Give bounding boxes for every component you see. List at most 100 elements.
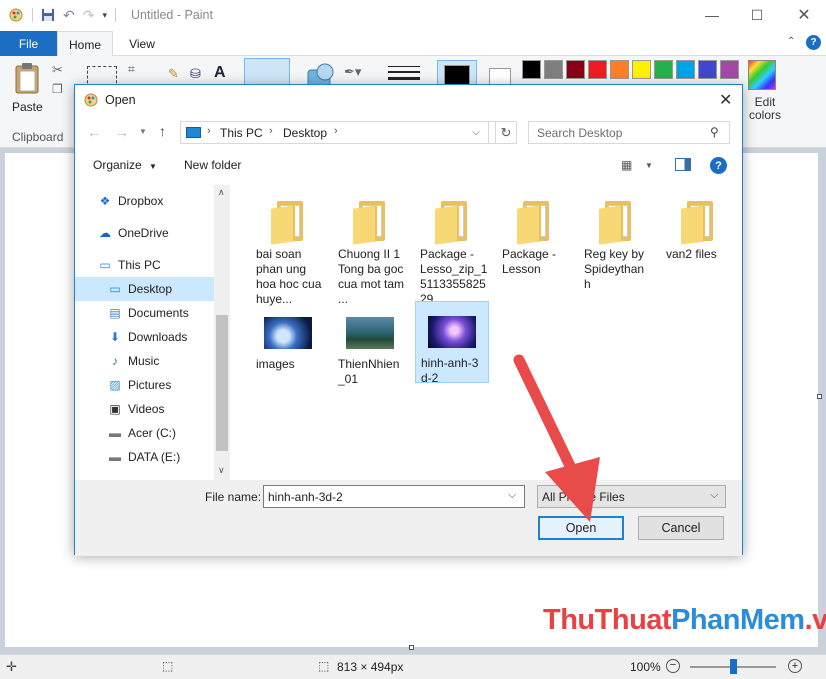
scroll-down-icon[interactable]: ∨ xyxy=(218,465,225,476)
palette-swatch[interactable] xyxy=(654,60,673,79)
file-item[interactable]: hinh-anh-3 d-2 xyxy=(415,301,489,385)
copy-icon[interactable]: ❐ xyxy=(52,82,63,96)
nav-item-pictures[interactable]: ▨ Pictures xyxy=(75,373,214,397)
watermark-part1: ThuThuat xyxy=(543,604,672,636)
scroll-up-icon[interactable]: ∧ xyxy=(218,187,225,198)
resize-handle-bottom[interactable] xyxy=(409,645,414,650)
filetype-select[interactable]: All Picture Files ⌵ xyxy=(537,485,726,508)
maximize-button[interactable]: ☐ xyxy=(746,4,768,26)
paste-button[interactable]: Paste xyxy=(8,60,44,116)
palette-swatch[interactable] xyxy=(720,60,739,79)
nav-item-this-pc[interactable]: ▭ This PC xyxy=(75,253,214,277)
close-button[interactable]: ✕ xyxy=(793,4,815,26)
file-item[interactable]: bai soan phan ung hoa hoc cua huye... xyxy=(251,193,325,307)
crop-icon[interactable]: ⌗ xyxy=(128,62,135,77)
cut-icon[interactable]: ✂ xyxy=(52,62,63,78)
tab-home[interactable]: Home xyxy=(57,31,113,57)
zoom-slider-thumb[interactable] xyxy=(730,659,737,674)
file-item[interactable]: Package - Lesson xyxy=(497,193,571,277)
nav-item-label: Music xyxy=(128,354,160,368)
palette-swatch[interactable] xyxy=(698,60,717,79)
file-item[interactable]: van2 files xyxy=(661,193,735,262)
save-icon[interactable] xyxy=(41,8,55,22)
navigation-pane: ❖ Dropbox ☁ OneDrive ▭ This PC ▭ Desktop ▤ Docume… xyxy=(75,185,230,480)
search-input[interactable]: Search Desktop ⚲ xyxy=(528,121,730,144)
pictures-icon: ▨ xyxy=(109,378,121,392)
image-thumbnail-icon xyxy=(264,317,312,349)
edit-colors-button[interactable]: Edit colors xyxy=(744,60,782,126)
breadcrumb-this-pc[interactable]: This PC xyxy=(220,126,263,140)
palette-swatch[interactable] xyxy=(544,60,563,79)
help-icon[interactable]: ? xyxy=(710,157,727,174)
palette-swatch[interactable] xyxy=(566,60,585,79)
folder-icon xyxy=(435,201,469,245)
nav-item-downloads[interactable]: ⬇ Downloads xyxy=(75,325,214,349)
forward-icon[interactable]: → xyxy=(115,124,129,140)
zoom-in-icon[interactable]: + xyxy=(788,659,802,673)
palette-swatch[interactable] xyxy=(676,60,695,79)
nav-item-desktop[interactable]: ▭ Desktop xyxy=(75,277,214,301)
recent-locations-icon[interactable]: ▼ xyxy=(139,127,147,136)
nav-item-onedrive[interactable]: ☁ OneDrive xyxy=(75,221,214,245)
undo-icon[interactable]: ↶ xyxy=(63,7,75,24)
tab-file[interactable]: File xyxy=(0,31,57,56)
help-icon[interactable]: ? xyxy=(806,35,821,50)
folder-icon xyxy=(681,201,715,245)
status-bar: ✛ ⬚ ⬚ 813 × 494px 100% − + xyxy=(0,654,826,679)
image-thumbnail-icon xyxy=(428,316,476,348)
palette-swatch[interactable] xyxy=(632,60,651,79)
text-icon[interactable]: A xyxy=(214,64,226,82)
resize-handle-right[interactable] xyxy=(817,394,822,399)
view-chevron-down-icon[interactable]: ▼ xyxy=(645,161,653,170)
computer-icon xyxy=(186,127,201,138)
filename-dropdown-icon[interactable]: ⌵ xyxy=(508,489,516,502)
rainbow-icon xyxy=(748,60,776,90)
palette-swatch[interactable] xyxy=(610,60,629,79)
redo-icon[interactable]: ↷ xyxy=(83,7,95,24)
zoom-out-icon[interactable]: − xyxy=(666,659,680,673)
image-thumbnail-icon xyxy=(346,317,394,349)
filetype-dropdown-icon: ⌵ xyxy=(710,489,719,501)
open-button[interactable]: Open xyxy=(538,516,624,540)
palette-swatch[interactable] xyxy=(522,60,541,79)
nav-item-acer-c[interactable]: ▬ Acer (C:) xyxy=(75,421,214,445)
back-icon[interactable]: ← xyxy=(87,124,101,140)
file-item[interactable]: ThienNhien _01 xyxy=(333,303,407,387)
file-thumbnail xyxy=(333,193,407,245)
navigation-scrollbar[interactable]: ∧ ∨ xyxy=(214,185,230,480)
collapse-ribbon-icon[interactable]: ⌃ xyxy=(787,36,795,47)
nav-item-label: Acer (C:) xyxy=(128,426,176,440)
palette-swatch[interactable] xyxy=(588,60,607,79)
new-folder-button[interactable]: New folder xyxy=(184,158,241,172)
fill-icon[interactable]: ⛁ xyxy=(190,66,201,82)
dialog-close-button[interactable]: ✕ xyxy=(719,90,732,110)
refresh-button[interactable]: ↻ xyxy=(495,121,517,144)
file-item[interactable]: Chuong II 1 Tong ba goc cua mot tam ... xyxy=(333,193,407,307)
file-item[interactable]: images xyxy=(251,303,325,372)
dialog-footer: File name: hinh-anh-3d-2 ⌵ All Picture F… xyxy=(75,480,742,556)
customize-qa-icon[interactable]: ▾ xyxy=(102,10,107,21)
cursor-position-icon: ✛ xyxy=(6,659,17,674)
breadcrumb-desktop[interactable]: Desktop xyxy=(283,126,327,140)
preview-pane-icon[interactable] xyxy=(675,158,691,171)
organize-button[interactable]: Organize ▼ xyxy=(93,158,157,172)
nav-item-documents[interactable]: ▤ Documents xyxy=(75,301,214,325)
minimize-button[interactable]: — xyxy=(701,4,723,26)
pencil-icon[interactable]: ✎ xyxy=(168,66,179,82)
nav-item-music[interactable]: ♪ Music xyxy=(75,349,214,373)
scrollbar-thumb[interactable] xyxy=(216,315,228,451)
file-item[interactable]: Reg key by Spideythan h xyxy=(579,193,653,292)
address-chevron-icon: › xyxy=(269,125,273,137)
nav-item-data-e[interactable]: ▬ DATA (E:) xyxy=(75,445,214,469)
filename-input[interactable]: hinh-anh-3d-2 ⌵ xyxy=(263,485,525,508)
address-dropdown-button[interactable]: ⌵ xyxy=(464,121,489,144)
up-icon[interactable]: ↑ xyxy=(159,123,166,139)
cancel-button[interactable]: Cancel xyxy=(638,516,724,540)
change-view-icon[interactable]: ▦ xyxy=(621,158,632,172)
nav-item-dropbox[interactable]: ❖ Dropbox xyxy=(75,189,214,213)
size-icon[interactable] xyxy=(388,64,420,86)
file-item[interactable]: Package - Lesso_zip_15113355825 29 xyxy=(415,193,489,307)
tab-view[interactable]: View xyxy=(118,31,166,56)
outline-icon[interactable]: ✒▾ xyxy=(344,64,361,80)
nav-item-videos[interactable]: ▣ Videos xyxy=(75,397,214,421)
